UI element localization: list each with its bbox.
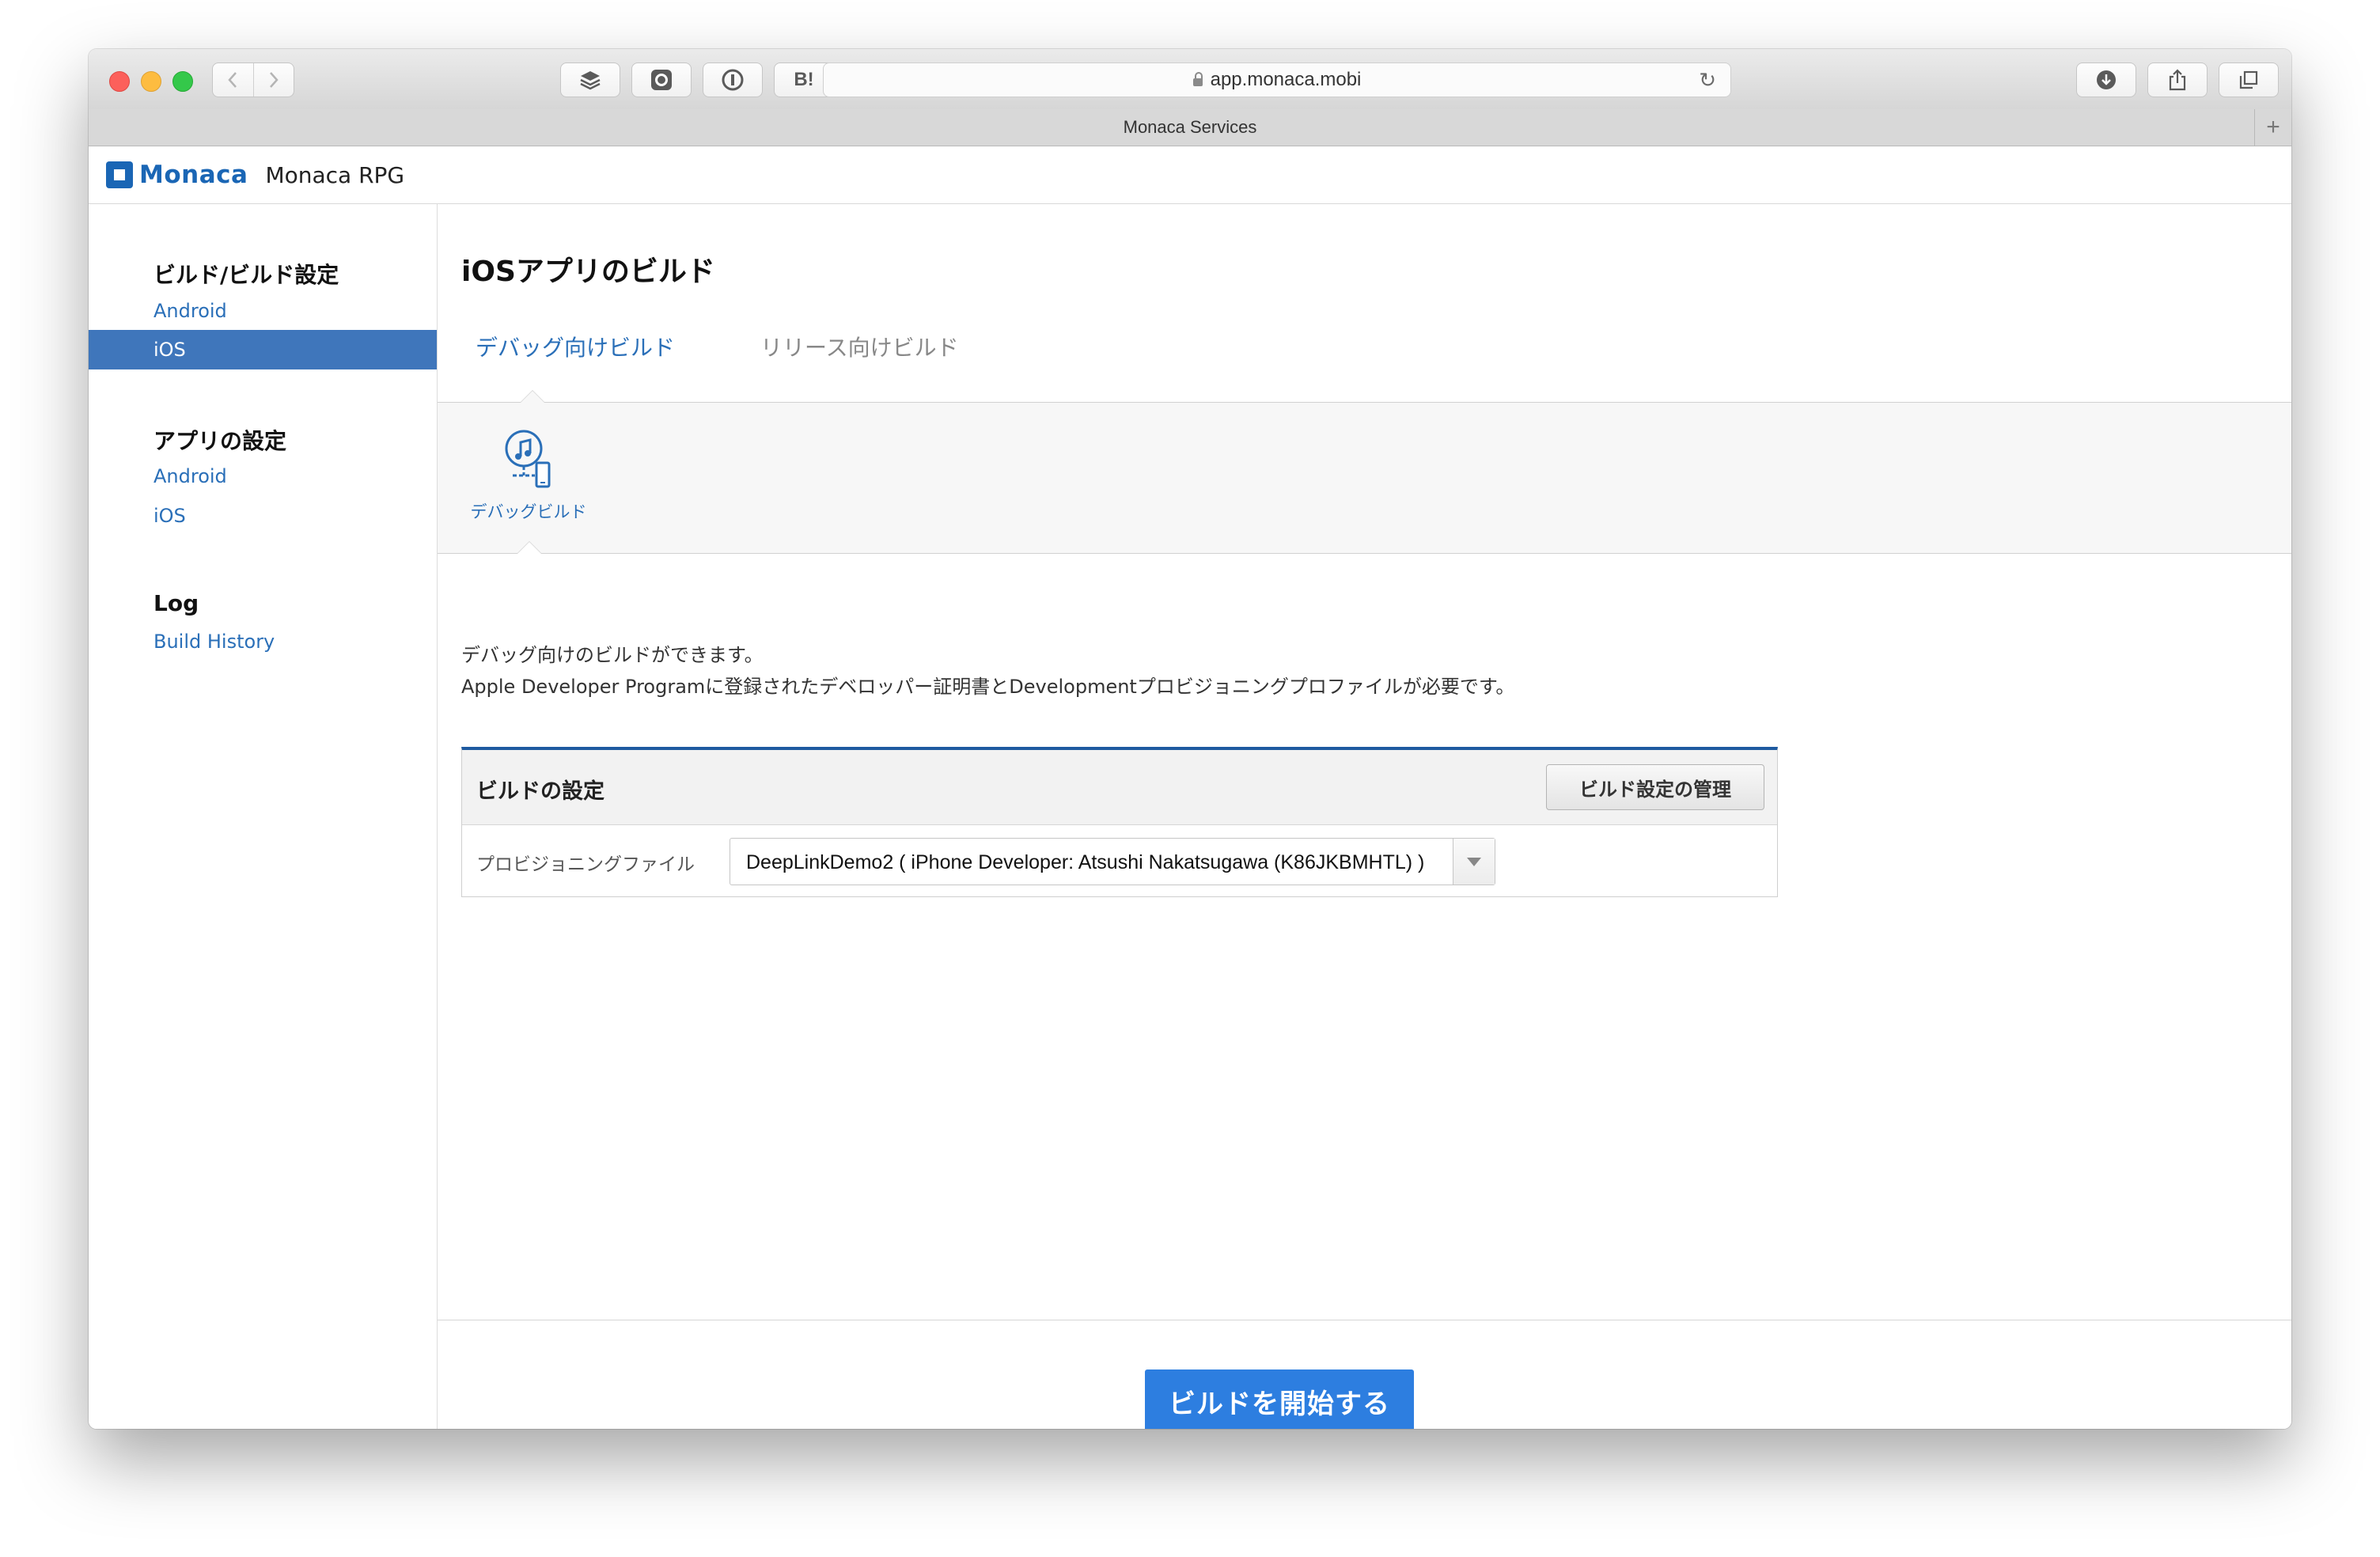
build-settings-panel: ビルドの設定 ビルド設定の管理 プロビジョニングファイル DeepLinkDem… bbox=[461, 747, 1778, 897]
start-build-button[interactable]: ビルドを開始する bbox=[1145, 1369, 1414, 1429]
sidebar-item-build-ios[interactable]: iOS bbox=[89, 330, 437, 369]
manage-build-settings-button[interactable]: ビルド設定の管理 bbox=[1546, 764, 1764, 810]
provisioning-profile-select[interactable]: DeepLinkDemo2 ( iPhone Developer: Atsush… bbox=[730, 838, 1495, 885]
monaca-logo-icon[interactable] bbox=[106, 161, 133, 188]
password-extension-button[interactable] bbox=[703, 63, 763, 97]
share-icon bbox=[2169, 69, 2186, 91]
sidebar: ビルド/ビルド設定 Android iOS アプリの設定 Android iOS… bbox=[89, 204, 438, 1429]
onepassword-icon bbox=[722, 69, 744, 91]
panel-title: ビルドの設定 bbox=[476, 779, 604, 804]
share-button[interactable] bbox=[2147, 63, 2208, 97]
chevron-down-icon[interactable] bbox=[1453, 839, 1495, 885]
back-button[interactable] bbox=[213, 63, 253, 97]
close-window-button[interactable] bbox=[109, 71, 130, 92]
sidebar-item-build-android[interactable]: Android bbox=[89, 291, 437, 331]
description-line-2: Apple Developer Programに登録されたデベロッパー証明書とD… bbox=[461, 676, 1515, 698]
app-header: Monaca Monaca RPG bbox=[89, 146, 2291, 204]
layers-icon bbox=[580, 71, 601, 90]
tab-release-build[interactable]: リリース向けビルド bbox=[760, 331, 959, 362]
browser-tab-bar: Monaca Services + bbox=[89, 109, 2291, 146]
new-tab-button[interactable]: + bbox=[2254, 109, 2291, 146]
download-icon bbox=[2097, 70, 2116, 89]
description-line-1: デバッグ向けのビルドができます。 bbox=[461, 644, 764, 666]
minimize-window-button[interactable] bbox=[141, 71, 161, 92]
monaca-logo-text[interactable]: Monaca bbox=[139, 161, 248, 189]
sidebar-item-settings-android[interactable]: Android bbox=[89, 456, 437, 496]
description: デバッグ向けのビルドができます。 Apple Developer Program… bbox=[461, 639, 1514, 703]
debug-build-option-label: デバッグビルド bbox=[470, 502, 587, 521]
browser-toolbar: B! app.monaca.mobi ↻ bbox=[89, 49, 2291, 110]
downloads-button[interactable] bbox=[2076, 63, 2136, 97]
browser-tab-title[interactable]: Monaca Services bbox=[1124, 117, 1257, 138]
sidebar-heading-app-settings: アプリの設定 bbox=[153, 428, 287, 454]
provisioning-label: プロビジョニングファイル bbox=[476, 854, 695, 875]
main-content: iOSアプリのビルド デバッグ向けビルド リリース向けビルド デバッグビルド デ… bbox=[438, 204, 2291, 1429]
sidebar-heading-build: ビルド/ビルド設定 bbox=[153, 262, 339, 288]
debug-build-option[interactable]: デバッグビルド bbox=[469, 425, 588, 523]
record-icon bbox=[651, 70, 672, 90]
record-extension-button[interactable] bbox=[631, 63, 692, 97]
tabs-overview-button[interactable] bbox=[2219, 63, 2279, 97]
panel-header: ビルドの設定 ビルド設定の管理 bbox=[462, 750, 1777, 825]
active-subtype-indicator bbox=[517, 541, 542, 554]
tab-debug-build[interactable]: デバッグ向けビルド bbox=[476, 331, 675, 362]
project-name: Monaca RPG bbox=[265, 161, 405, 188]
footer-bar: ビルドを開始する bbox=[438, 1320, 2291, 1429]
page-title: iOSアプリのビルド bbox=[461, 256, 715, 288]
chevron-right-icon bbox=[269, 72, 279, 88]
active-tab-indicator bbox=[520, 390, 545, 403]
chevron-left-icon bbox=[228, 72, 237, 88]
layers-extension-button[interactable] bbox=[560, 63, 620, 97]
tabs-icon bbox=[2239, 70, 2258, 89]
sidebar-heading-log: Log bbox=[153, 590, 199, 616]
lock-icon bbox=[1192, 72, 1203, 86]
back-forward-group bbox=[212, 63, 294, 97]
provisioning-profile-value: DeepLinkDemo2 ( iPhone Developer: Atsush… bbox=[746, 851, 1425, 873]
zoom-window-button[interactable] bbox=[172, 71, 193, 92]
reload-icon[interactable]: ↻ bbox=[1699, 68, 1716, 93]
build-type-tabs: デバッグ向けビルド リリース向けビルド bbox=[438, 315, 2291, 403]
url-text: app.monaca.mobi bbox=[1210, 69, 1362, 90]
sidebar-item-build-history[interactable]: Build History bbox=[89, 622, 437, 661]
browser-window: B! app.monaca.mobi ↻ Monaca Services + M… bbox=[89, 49, 2291, 1429]
forward-button[interactable] bbox=[252, 63, 294, 97]
itunes-device-icon bbox=[505, 430, 551, 488]
sidebar-item-settings-ios[interactable]: iOS bbox=[89, 496, 437, 536]
build-subtype-bar: デバッグビルド bbox=[438, 403, 2291, 554]
plus-icon: + bbox=[2266, 114, 2280, 140]
provisioning-row: プロビジョニングファイル DeepLinkDemo2 ( iPhone Deve… bbox=[462, 825, 1777, 898]
address-bar[interactable]: app.monaca.mobi ↻ bbox=[823, 63, 1731, 97]
